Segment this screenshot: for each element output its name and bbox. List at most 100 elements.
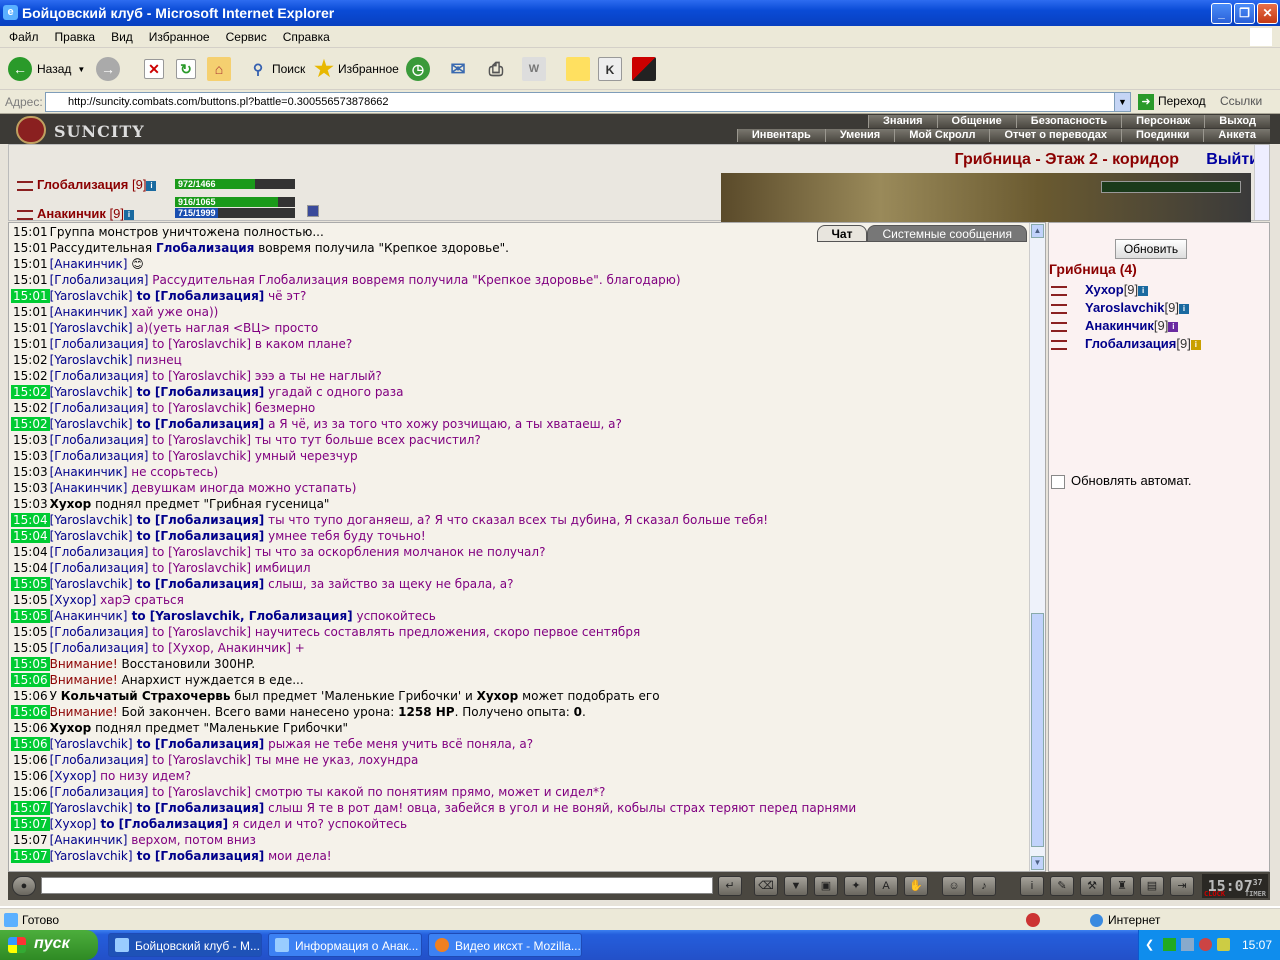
message-time[interactable]: 15:06 (11, 769, 50, 783)
info-icon[interactable]: i (123, 209, 134, 220)
search-button[interactable]: ⚲ Поиск (246, 55, 305, 83)
translit-icon[interactable]: A (874, 876, 898, 896)
message-time[interactable]: 15:04 (11, 561, 50, 575)
nav-character[interactable]: Персонаж (1121, 115, 1205, 128)
tab-system-messages[interactable]: Системные сообщения (867, 225, 1027, 242)
message-time[interactable]: 15:07 (11, 801, 50, 815)
antivirus-icon[interactable] (1199, 938, 1212, 951)
favorites-button[interactable]: ★ Избранное (312, 55, 399, 83)
info-icon[interactable]: i (1178, 303, 1189, 314)
minimize-icon[interactable]: _ (1211, 3, 1232, 24)
message-time[interactable]: 15:04 (11, 545, 50, 559)
address-input[interactable]: http://suncity.combats.com/buttons.pl?ba… (45, 92, 1131, 112)
message-time[interactable]: 15:01 (11, 289, 50, 303)
message-recipient[interactable]: [Yaroslavchik] (50, 801, 133, 815)
message-recipient[interactable]: [Анакинчик] (50, 609, 128, 623)
message-recipient[interactable]: to [Глобализация] (133, 513, 265, 527)
message-recipient[interactable]: [Анакинчик] (50, 305, 128, 319)
room-user[interactable]: Глобализация[9] i (1051, 336, 1201, 351)
save-icon[interactable]: ▣ (814, 876, 838, 896)
message-time[interactable]: 15:04 (11, 529, 50, 543)
message-time[interactable]: 15:07 (11, 817, 50, 831)
player-2[interactable]: Анакинчик [9] i (17, 206, 134, 221)
message-time[interactable]: 15:01 (11, 321, 50, 335)
message-time[interactable]: 15:03 (11, 433, 50, 447)
message-time[interactable]: 15:06 (11, 737, 50, 751)
scroll-thumb[interactable] (1031, 613, 1044, 847)
maximize-icon[interactable]: ❐ (1234, 3, 1255, 24)
history-button[interactable]: ◷ (406, 55, 430, 83)
scroll-icon[interactable]: ✎ (1050, 876, 1074, 896)
notes-button[interactable] (566, 55, 590, 83)
eraser-icon[interactable]: ⌫ (754, 876, 778, 896)
exit-link[interactable]: Выйти (1206, 151, 1259, 169)
message-recipient[interactable]: [Yaroslavchik] (50, 385, 133, 399)
nav-inventory[interactable]: Инвентарь (736, 129, 825, 142)
info-icon[interactable]: i (1020, 876, 1044, 896)
message-time[interactable]: 15:06 (11, 753, 50, 767)
room-user[interactable]: Yaroslavchik[9] i (1051, 300, 1189, 315)
bag-icon[interactable]: ▤ (1140, 876, 1164, 896)
message-recipient[interactable]: [Анакинчик] (50, 465, 128, 479)
message-time[interactable]: 15:05 (11, 609, 50, 623)
address-dropdown-icon[interactable]: ▼ (1114, 92, 1131, 112)
message-time[interactable]: 15:02 (11, 401, 50, 415)
message-recipient[interactable]: [Yaroslavchik] (50, 353, 133, 367)
message-recipient[interactable]: [Анакинчик] (50, 481, 128, 495)
message-recipient[interactable]: [Глобализация] (50, 401, 149, 415)
network-icon[interactable] (1181, 938, 1194, 951)
info-icon[interactable]: i (1168, 321, 1179, 332)
message-recipient[interactable]: [Глобализация] (50, 785, 149, 799)
message-time[interactable]: 15:05 (11, 593, 50, 607)
kaspersky-button[interactable] (632, 55, 656, 83)
message-recipient[interactable]: [Глобализация] (50, 753, 149, 767)
menu-file[interactable]: Файл (0, 26, 46, 44)
message-time[interactable]: 15:01 (11, 305, 50, 319)
tab-chat[interactable]: Чат (816, 225, 868, 242)
smiley-menu-icon[interactable]: ● (12, 876, 36, 896)
nav-transfer-report[interactable]: Отчет о переводах (989, 129, 1122, 142)
message-recipient[interactable]: Глобализация (156, 241, 254, 255)
forward-button[interactable]: → (96, 55, 120, 83)
message-recipient[interactable]: [Анакинчик] (50, 257, 128, 271)
message-recipient[interactable]: [Глобализация] (50, 273, 149, 287)
chat-scrollbar[interactable]: ▲ ▼ (1029, 223, 1045, 871)
message-recipient[interactable]: to [Глобализация] (133, 849, 265, 863)
message-recipient[interactable]: [Yaroslavchik] (50, 849, 133, 863)
message-recipient[interactable]: [Глобализация] (50, 641, 149, 655)
start-button[interactable]: пуск (0, 930, 98, 960)
scroll-down-icon[interactable]: ▼ (1031, 856, 1044, 870)
info-icon[interactable]: i (1138, 285, 1149, 296)
nav-exit[interactable]: Выход (1204, 115, 1270, 128)
nav-communication[interactable]: Общение (936, 115, 1016, 128)
message-time[interactable]: 15:02 (11, 417, 50, 431)
message-recipient[interactable]: [Глобализация] (50, 561, 149, 575)
back-button[interactable]: ← Назад ▼ (8, 55, 85, 83)
message-time[interactable]: 15:03 (11, 465, 50, 479)
message-time[interactable]: 15:04 (11, 513, 50, 527)
auto-refresh-option[interactable]: Обновлять автомат. (1051, 473, 1191, 489)
send-icon[interactable]: ↵ (718, 876, 742, 896)
fighter-icon[interactable]: ✦ (844, 876, 868, 896)
task-info[interactable]: Информация о Анак... (268, 933, 422, 957)
message-recipient[interactable]: to [Глобализация] (133, 577, 265, 591)
room-user[interactable]: Анакинчик[9] i (1051, 318, 1179, 333)
mail-button[interactable]: ✉ (446, 55, 470, 83)
refresh-button[interactable]: Обновить (1115, 239, 1187, 259)
message-recipient[interactable]: [Глобализация] (50, 545, 149, 559)
message-time[interactable]: 15:05 (11, 657, 50, 671)
nav-knowledge[interactable]: Знания (868, 115, 937, 128)
message-time[interactable]: 15:07 (11, 849, 50, 863)
tray-expand-icon[interactable]: ❮ (1145, 938, 1154, 951)
message-recipient[interactable]: to [Глобализация] (133, 737, 265, 751)
message-time[interactable]: 15:05 (11, 577, 50, 591)
info-icon[interactable]: i (1190, 339, 1201, 350)
nav-skills[interactable]: Умения (824, 129, 895, 142)
nav-fights[interactable]: Поединки (1121, 129, 1204, 142)
message-recipient[interactable]: [Yaroslavchik] (50, 513, 133, 527)
message-time[interactable]: 15:01 (11, 225, 50, 239)
links-button[interactable]: Ссылки (1220, 94, 1262, 108)
auto-refresh-checkbox[interactable] (1051, 474, 1065, 489)
message-recipient[interactable]: [Хухор] (50, 593, 97, 607)
tray-app-icon[interactable] (1163, 938, 1176, 951)
